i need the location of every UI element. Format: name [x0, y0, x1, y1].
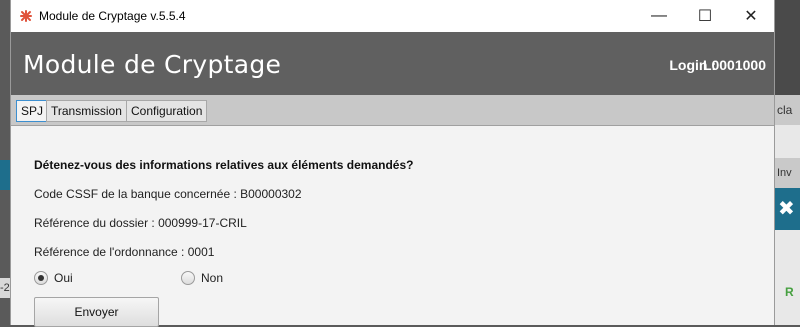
ordonnance-reference: Référence de l'ordonnance : 0001 — [34, 245, 215, 259]
cssf-code: Code CSSF de la banque concernée : B0000… — [34, 187, 302, 201]
radio-non[interactable]: Non — [181, 271, 223, 285]
background-green-text: R — [785, 285, 794, 299]
background-app-tab-2: Inv — [775, 158, 800, 188]
radio-selected-icon[interactable] — [34, 271, 48, 285]
dossier-reference: Référence du dossier : 000999-17-CRIL — [34, 216, 247, 230]
background-app-header — [775, 0, 800, 95]
background-left-text: -2 — [0, 278, 10, 298]
tab-transmission[interactable]: Transmission — [46, 100, 127, 122]
app-header: Module de Cryptage Login : L0001000 — [11, 32, 774, 95]
window-title: Module de Cryptage v.5.5.4 — [39, 9, 186, 23]
radio-oui[interactable]: Oui — [34, 271, 73, 285]
login-value: L0001000 — [702, 57, 766, 73]
minimize-button[interactable]: — — [636, 0, 682, 32]
send-button[interactable]: Envoyer — [34, 297, 159, 327]
background-close-icon: ✖ — [778, 198, 795, 220]
maximize-button[interactable]: ☐ — [682, 0, 728, 32]
page-title: Module de Cryptage — [23, 50, 282, 79]
radio-unselected-icon[interactable] — [181, 271, 195, 285]
radio-oui-label: Oui — [54, 271, 73, 285]
close-button[interactable]: ✕ — [728, 0, 774, 32]
app-icon — [19, 9, 33, 23]
window-controls: — ☐ ✕ — [636, 0, 774, 32]
form-question: Détenez-vous des informations relatives … — [34, 158, 414, 172]
title-bar: Module de Cryptage v.5.5.4 — ☐ ✕ — [11, 0, 774, 32]
background-left-banner — [0, 160, 10, 190]
tab-spj[interactable]: SPJ — [16, 100, 49, 122]
background-app-tab: cla — [775, 95, 800, 125]
radio-non-label: Non — [201, 271, 224, 285]
tab-bar: SPJ Transmission Configuration — [11, 95, 774, 126]
tab-configuration[interactable]: Configuration — [126, 100, 208, 122]
